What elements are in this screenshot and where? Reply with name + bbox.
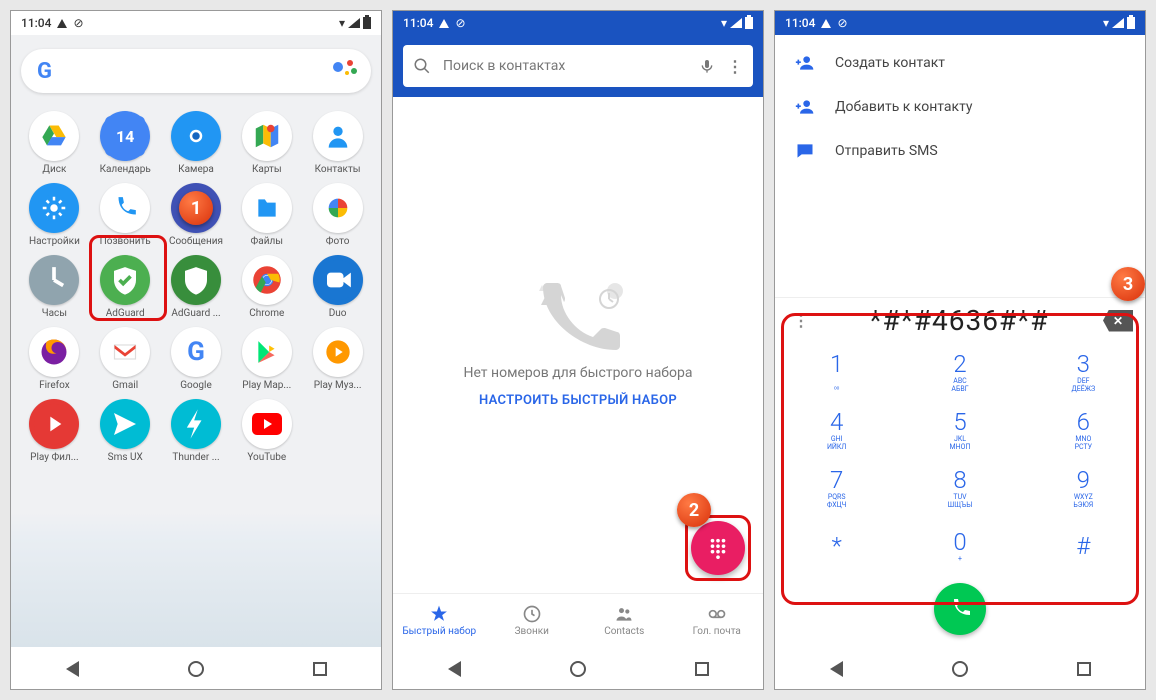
status-time: 11:04 [785,16,815,30]
tab-calls[interactable]: Звонки [486,594,579,647]
search-header: Поиск в контактах ⋮ [393,35,763,97]
signal-icon [1112,18,1124,28]
empty-phone-icon [533,283,623,353]
nav-back[interactable] [66,661,79,677]
status-bar: 11:04 ⊘ ▾ [11,11,381,35]
nodist-icon: ⊘ [73,16,83,30]
app-grid: Диск14КалендарьКамераКартыКонтакты Настро… [21,111,371,463]
speed-dial-body: Нет номеров для быстрого набора НАСТРОИТ… [393,97,763,593]
app-Контакты[interactable]: Контакты [304,111,371,175]
setup-speed-dial-link[interactable]: НАСТРОИТЬ БЫСТРЫЙ НАБОР [479,393,677,408]
step-badge-1: 1 [179,191,213,225]
app-Gmail[interactable]: Gmail [92,327,159,391]
bottom-tabs: Быстрый набор Звонки Contacts Гол. почта [393,593,763,647]
app-Play Фил...[interactable]: Play Фил... [21,399,88,463]
wifi-icon: ▾ [721,16,727,30]
phone-home-screen: 11:04 ⊘ ▾ G Диск14КалендарьКамераКартыКон… [10,10,382,690]
app-Карты[interactable]: Карты [233,111,300,175]
contacts-search[interactable]: Поиск в контактах ⋮ [403,45,753,87]
battery-icon [1127,17,1135,29]
warn-icon [57,19,67,28]
phone-dialpad-screen: 11:04 ⊘ ▾ Создать контакт Добавить к конт… [774,10,1146,690]
step-badge-3: 3 [1111,267,1145,301]
send-sms[interactable]: Отправить SMS [775,129,1145,173]
app-YouTube[interactable]: YouTube [233,399,300,463]
status-time: 11:04 [21,16,51,30]
app-Настройки[interactable]: Настройки [21,183,88,247]
dialer-actions: Создать контакт Добавить к контакту Отпр… [775,35,1145,179]
app-Часы[interactable]: Часы [21,255,88,319]
tab-speed-dial[interactable]: Быстрый набор [393,594,486,647]
nav-back[interactable] [830,661,843,677]
google-logo: G [37,59,52,84]
step-badge-2: 2 [677,493,711,527]
app-Google[interactable]: GGoogle [163,327,230,391]
tab-voicemail[interactable]: Гол. почта [671,594,764,647]
phone-dialer-empty: 11:04 ⊘ ▾ Поиск в контактах ⋮ Нет номеров… [392,10,764,690]
google-search-bar[interactable]: G [21,49,371,93]
nav-home[interactable] [570,661,586,677]
app-Thunder ...[interactable]: Thunder ... [163,399,230,463]
create-contact[interactable]: Создать контакт [775,41,1145,85]
overflow-icon[interactable]: ⋮ [727,57,743,76]
search-placeholder: Поиск в контактах [443,58,687,74]
app-Play Муз...[interactable]: Play Муз... [304,327,371,391]
app-Календарь[interactable]: 14Календарь [92,111,159,175]
battery-icon [745,17,753,29]
nodist-icon: ⊘ [837,16,847,30]
android-navbar [11,647,381,689]
app-Duo[interactable]: Duo [304,255,371,319]
status-time: 11:04 [403,16,433,30]
status-bar: 11:04 ⊘ ▾ [393,11,763,35]
app-Chrome[interactable]: Chrome [233,255,300,319]
app-Файлы[interactable]: Файлы [233,183,300,247]
nav-recent[interactable] [695,662,709,676]
add-to-contact[interactable]: Добавить к контакту [775,85,1145,129]
highlight-dialpad [781,313,1139,605]
app-Фото[interactable]: Фото [304,183,371,247]
mic-icon[interactable] [699,58,715,74]
nav-home[interactable] [952,661,968,677]
wifi-icon: ▾ [1103,16,1109,30]
nav-recent[interactable] [1077,662,1091,676]
highlight-phone-app [89,235,167,321]
nav-home[interactable] [188,661,204,677]
home-body: G Диск14КалендарьКамераКартыКонтакты Наст… [11,35,381,647]
battery-icon [363,17,371,29]
wifi-icon: ▾ [339,16,345,30]
warn-icon [821,19,831,28]
signal-icon [348,18,360,28]
nav-back[interactable] [448,661,461,677]
app-Firefox[interactable]: Firefox [21,327,88,391]
app-AdGuard ...[interactable]: AdGuard ... [163,255,230,319]
assistant-icon[interactable] [333,60,355,82]
android-navbar [775,647,1145,689]
app-Sms UX[interactable]: Sms UX [92,399,159,463]
status-bar: 11:04 ⊘ ▾ [775,11,1145,35]
app-Камера[interactable]: Камера [163,111,230,175]
app-Диск[interactable]: Диск [21,111,88,175]
android-navbar [393,647,763,689]
nodist-icon: ⊘ [455,16,465,30]
nav-recent[interactable] [313,662,327,676]
app-Play Мар...[interactable]: Play Мар... [233,327,300,391]
empty-title: Нет номеров для быстрого набора [463,365,692,381]
search-icon [413,57,431,75]
signal-icon [730,18,742,28]
tab-contacts[interactable]: Contacts [578,594,671,647]
warn-icon [439,19,449,28]
